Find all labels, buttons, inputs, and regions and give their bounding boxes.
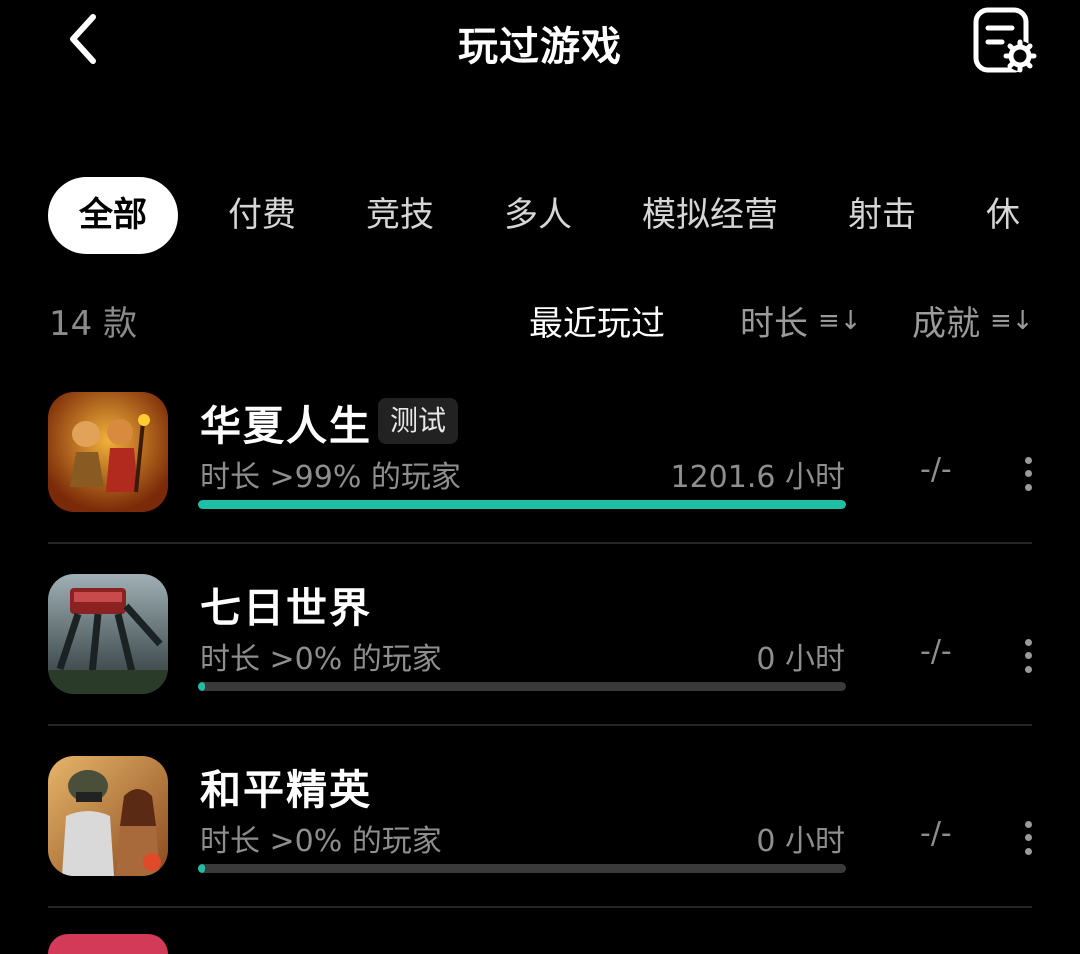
more-options-button[interactable]	[1016, 818, 1040, 858]
sort-icon: ≡↓	[990, 305, 1034, 336]
sort-achievement[interactable]: 成就 ≡↓	[912, 296, 1034, 345]
list-settings-button[interactable]	[970, 4, 1042, 76]
game-icon-huaxia[interactable]	[48, 392, 168, 512]
dot	[1024, 457, 1032, 465]
sort-recent-label: 最近玩过	[529, 304, 665, 344]
sort-recent[interactable]: 最近玩过	[529, 296, 665, 345]
tab-simulation[interactable]: 模拟经营	[642, 177, 778, 254]
playtime-hours: 1201.6 小时	[670, 460, 845, 495]
dot	[1024, 821, 1032, 829]
progress-fill	[198, 864, 205, 873]
tab-all[interactable]: 全部	[48, 177, 178, 254]
tab-multiplayer[interactable]: 多人	[504, 177, 572, 254]
game-artwork-icon	[48, 756, 168, 876]
game-artwork-icon	[48, 574, 168, 694]
playtime-progress-bar	[198, 682, 846, 691]
test-badge: 测试	[378, 398, 459, 444]
sort-icon: ≡↓	[818, 305, 862, 336]
achievement-value: -/-	[920, 452, 952, 487]
dot	[1024, 470, 1032, 478]
tab-competitive[interactable]: 竞技	[366, 177, 434, 254]
playtime-percentile: 时长 >0% 的玩家	[200, 642, 442, 677]
game-count: 14 款	[49, 304, 138, 344]
game-row[interactable]: 和平精英 时长 >0% 的玩家 0 小时 -/-	[48, 726, 1032, 908]
page-title: 玩过游戏	[458, 24, 622, 70]
playtime-percentile: 时长 >99% 的玩家	[200, 460, 461, 495]
more-options-button[interactable]	[1016, 636, 1040, 676]
divider	[48, 906, 1032, 908]
tab-shooter[interactable]: 射击	[848, 177, 916, 254]
playtime-hours: 0 小时	[756, 824, 845, 859]
tab-paid[interactable]: 付费	[228, 177, 296, 254]
top-bar: 玩过游戏	[0, 0, 1080, 80]
category-tabs: 全部 付费 竞技 多人 模拟经营 射击 休	[48, 177, 1080, 254]
progress-fill	[198, 682, 205, 691]
game-icon-next-partial[interactable]	[48, 934, 168, 954]
game-name: 七日世界	[200, 584, 372, 632]
achievement-value: -/-	[920, 634, 952, 669]
playtime-progress-bar	[198, 864, 846, 873]
sort-duration-label: 时长	[740, 304, 808, 344]
game-row[interactable]: 华夏人生 测试 时长 >99% 的玩家 1201.6 小时 -/-	[48, 362, 1032, 544]
playtime-hours: 0 小时	[756, 642, 845, 677]
game-row[interactable]: 七日世界 时长 >0% 的玩家 0 小时 -/-	[48, 544, 1032, 726]
sort-achievement-label: 成就	[912, 304, 980, 344]
tab-casual[interactable]: 休	[986, 177, 1020, 254]
playtime-progress-bar	[198, 500, 846, 509]
dot	[1024, 665, 1032, 673]
dot	[1024, 639, 1032, 647]
sort-duration[interactable]: 时长 ≡↓	[740, 296, 862, 345]
dot	[1024, 847, 1032, 855]
dot	[1024, 834, 1032, 842]
game-name: 华夏人生	[200, 402, 372, 450]
game-name: 和平精英	[200, 766, 372, 814]
game-icon-qiri[interactable]	[48, 574, 168, 694]
list-settings-icon	[973, 7, 1037, 73]
achievement-value: -/-	[920, 816, 952, 851]
game-icon-heping[interactable]	[48, 756, 168, 876]
progress-fill	[198, 500, 846, 509]
game-artwork-icon	[48, 392, 168, 512]
dot	[1024, 652, 1032, 660]
more-options-button[interactable]	[1016, 454, 1040, 494]
dot	[1024, 483, 1032, 491]
playtime-percentile: 时长 >0% 的玩家	[200, 824, 442, 859]
